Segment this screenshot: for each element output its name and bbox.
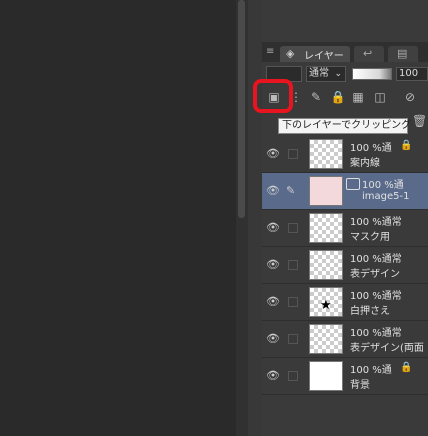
tooltip: 下のレイヤーでクリッピング — [278, 118, 411, 134]
layer-opacity-mode: 100 %通常 — [350, 217, 402, 228]
eye-icon[interactable]: 👁 — [266, 185, 280, 197]
eye-icon[interactable]: 👁 — [266, 222, 280, 234]
clip-button-highlight — [253, 79, 293, 113]
pen-icon: ✎ — [286, 184, 296, 197]
eye-icon[interactable]: 👁 — [266, 259, 280, 271]
layer-checkbox[interactable] — [288, 371, 298, 381]
history-tab-icon: ↩ — [363, 47, 373, 60]
layer-name: 背景 — [350, 380, 370, 391]
lock-layer-icon[interactable]: 🔒 — [330, 89, 346, 105]
layer-row[interactable]: 👁 100 %通常 表デザイン — [262, 247, 428, 284]
layer-opacity-mode: 100 %通 — [350, 143, 392, 154]
layer-row[interactable]: 👁 100 %通常 表デザイン(両面 — [262, 321, 428, 358]
layer-opacity-mode: 100 %通常 — [350, 328, 402, 339]
layer-name: 白押さえ — [350, 306, 390, 317]
scrollbar-thumb[interactable] — [238, 0, 245, 218]
layer-name: image5-1 — [362, 191, 410, 202]
layer-checkbox[interactable] — [288, 297, 298, 307]
layer-thumbnail: ★ — [309, 287, 343, 317]
layer-name: 案内線 — [350, 158, 380, 169]
layer-row[interactable]: 👁 ★ 100 %通常 白押さえ — [262, 284, 428, 321]
layer-opacity-mode: 100 %通常 — [350, 254, 402, 265]
opacity-slider[interactable] — [352, 68, 392, 80]
tab-layer[interactable]: ◈ レイヤー — [280, 46, 350, 62]
layer-thumbnail — [309, 324, 343, 354]
clipping-indicator-icon — [346, 178, 360, 190]
panel-menu-icon[interactable]: ≡ — [266, 45, 276, 59]
layer-thumbnail — [309, 213, 343, 243]
lock-transparency-icon[interactable]: ▦ — [350, 89, 366, 105]
layer-opacity-mode: 100 %通 — [350, 365, 392, 376]
layer-opacity-mode: 100 %通 — [362, 180, 404, 191]
trash-icon[interactable]: 🗑 — [412, 114, 427, 128]
layer-row[interactable]: 👁 100 %通 背景 🔒 — [262, 358, 428, 395]
star-icon: ★ — [320, 298, 332, 313]
layer-tab-icon: ◈ — [286, 47, 295, 60]
layer-name: 表デザイン — [350, 269, 400, 280]
chevron-down-icon: ⌄ — [334, 69, 342, 79]
layer-row-selected[interactable]: 👁 ✎ 100 %通 image5-1 — [262, 173, 428, 210]
lock-icon: 🔒 — [400, 140, 413, 151]
canvas-area[interactable] — [0, 0, 236, 436]
enable-mask-icon[interactable]: ◫ — [372, 89, 388, 105]
blend-mode-value: 通常 — [309, 68, 329, 79]
layer-list: 👁 100 %通 案内線 🔒 👁 ✎ 100 %通 image5-1 👁 100… — [262, 136, 428, 395]
layer-name: マスク用 — [350, 232, 390, 243]
opacity-value: 100 — [399, 68, 419, 79]
layer-thumbnail — [309, 250, 343, 280]
blend-mode-select[interactable]: 通常 ⌄ — [306, 66, 346, 82]
layer-name: 表デザイン(両面 — [350, 343, 424, 354]
tab-navigator[interactable]: ▤ — [388, 46, 418, 62]
opacity-input[interactable]: 100 — [396, 67, 428, 81]
eye-icon[interactable]: 👁 — [266, 148, 280, 160]
layer-thumbnail — [309, 176, 343, 206]
layer-opacity-mode: 100 %通常 — [350, 291, 402, 302]
layer-checkbox[interactable] — [288, 260, 298, 270]
layer-row[interactable]: 👁 100 %通 案内線 🔒 — [262, 136, 428, 173]
tab-history[interactable]: ↩ — [354, 46, 384, 62]
draft-layer-icon[interactable]: ✎ — [308, 89, 324, 105]
layer-checkbox[interactable] — [288, 223, 298, 233]
layer-checkbox[interactable] — [288, 149, 298, 159]
layer-row[interactable]: 👁 100 %通常 マスク用 — [262, 210, 428, 247]
eye-icon[interactable]: 👁 — [266, 296, 280, 308]
lock-icon: 🔒 — [400, 362, 413, 373]
ruler-icon[interactable]: ⊘ — [402, 89, 418, 105]
eye-icon[interactable]: 👁 — [266, 370, 280, 382]
eye-icon[interactable]: 👁 — [266, 333, 280, 345]
layer-thumbnail — [309, 139, 343, 169]
navigator-tab-icon: ▤ — [397, 47, 408, 60]
panel-tabbar: ≡ ◈ レイヤー ↩ ▤ — [262, 42, 428, 62]
layer-checkbox[interactable] — [288, 334, 298, 344]
layer-thumbnail — [309, 361, 343, 391]
tab-layer-label: レイヤー — [304, 51, 344, 62]
panel-divider — [248, 0, 262, 436]
